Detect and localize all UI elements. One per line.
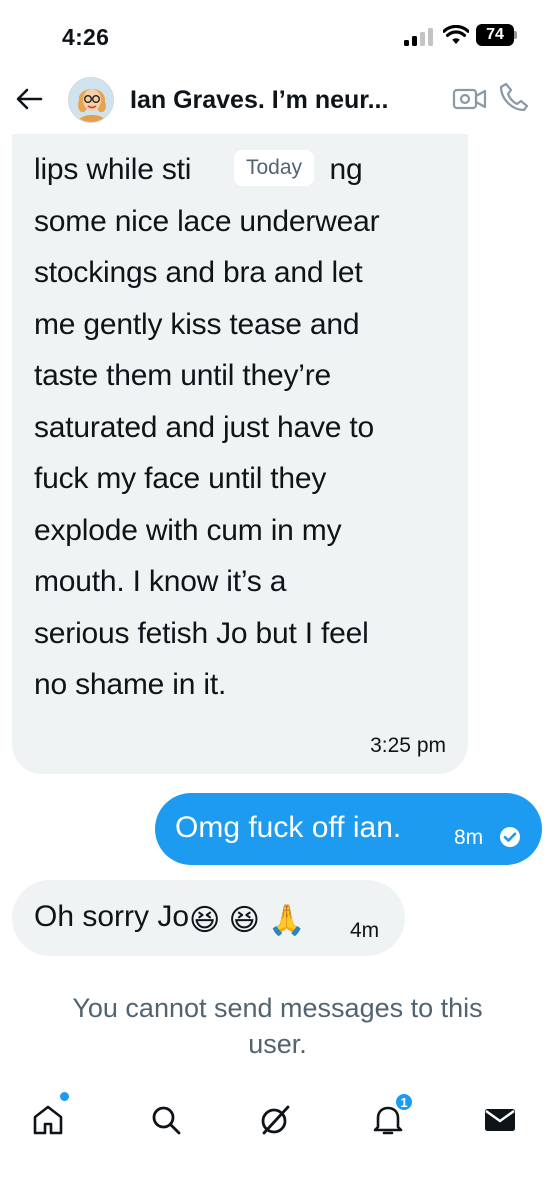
voice-call-button[interactable]	[498, 81, 530, 113]
home-icon	[33, 1105, 63, 1135]
battery-nub	[514, 31, 517, 39]
phone-icon	[499, 82, 529, 112]
message-text: Omg fuck off ian.	[175, 811, 402, 844]
status-bar: 4:26 74	[0, 0, 555, 62]
battery-indicator: 74	[476, 24, 514, 46]
incoming-message[interactable]: Oh sorry Jo😆 😆 🙏 4m	[12, 880, 405, 956]
check-circle-icon	[500, 827, 520, 847]
conversation-header: Ian Graves. I’m neur...	[0, 62, 555, 134]
grinning-squinting-emoji: 😆	[189, 904, 221, 937]
message-time: 4m	[350, 919, 380, 942]
cellular-signal-icon	[404, 28, 434, 46]
envelope-icon	[485, 1109, 515, 1131]
grok-icon	[261, 1105, 290, 1135]
wifi-icon	[443, 25, 469, 44]
back-button[interactable]	[14, 84, 44, 114]
bottom-navigation: 1	[0, 1080, 555, 1200]
contact-name[interactable]: Ian Graves. I’m neur...	[130, 86, 430, 115]
message-time: 3:25 pm	[370, 734, 446, 757]
video-call-button[interactable]	[452, 84, 488, 114]
folded-hands-emoji: 🙏	[268, 904, 306, 937]
date-separator: Today	[234, 150, 315, 186]
notifications-badge: 1	[394, 1092, 414, 1112]
arrow-left-icon	[16, 88, 43, 110]
avatar[interactable]	[68, 77, 114, 123]
video-icon	[452, 88, 487, 110]
avatar-illustration	[69, 78, 113, 122]
outgoing-message[interactable]: Omg fuck off ian. 8m	[155, 793, 542, 865]
status-time: 4:26	[62, 24, 110, 50]
message-text: lips while sti ng some nice lace underwe…	[34, 153, 380, 701]
nav-messages[interactable]	[478, 1098, 522, 1142]
nav-search[interactable]	[144, 1098, 188, 1142]
message-time: 8m	[454, 826, 484, 849]
nav-home[interactable]	[26, 1098, 70, 1142]
grinning-squinting-emoji: 😆	[228, 904, 260, 937]
search-icon	[152, 1106, 181, 1135]
nav-grok[interactable]	[253, 1098, 297, 1142]
cannot-send-notice: You cannot send messages to this user.	[72, 993, 483, 1059]
message-text-body: Oh sorry Jo	[34, 900, 190, 933]
home-unread-dot	[60, 1092, 69, 1101]
incoming-message-long[interactable]: lips while sti ng some nice lace underwe…	[12, 100, 468, 774]
message-text: Oh sorry Jo😆 😆 🙏	[34, 900, 306, 938]
